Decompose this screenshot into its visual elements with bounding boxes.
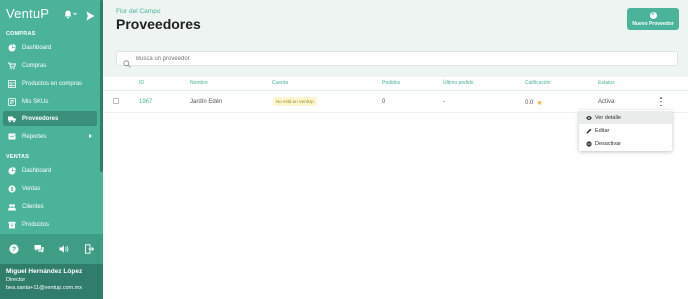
cart-icon bbox=[8, 62, 16, 70]
chevron-right-icon bbox=[89, 134, 92, 138]
sidebar-item-label: Dashboard bbox=[22, 167, 52, 174]
row-checkbox[interactable] bbox=[113, 98, 119, 104]
sidebar-item-clientes[interactable]: Clientes bbox=[3, 199, 97, 214]
menu-item-ver-detalle[interactable]: Ver detalle bbox=[579, 111, 672, 124]
new-provider-button[interactable]: + Nuevo Proveedor bbox=[627, 8, 679, 30]
truck-icon bbox=[8, 115, 16, 123]
sidebar-item-dashboard-compras[interactable]: Dashboard bbox=[3, 40, 97, 55]
users-icon bbox=[8, 203, 16, 211]
svg-text:?: ? bbox=[12, 247, 16, 254]
menu-item-label: Ver detalle bbox=[595, 114, 621, 121]
cell-estatus: Activa bbox=[598, 99, 615, 105]
user-email: bea.santa+11@ventup.com.mx bbox=[6, 285, 82, 291]
account-status-badge: No está en VentUp bbox=[273, 97, 317, 106]
search-input[interactable] bbox=[136, 55, 636, 62]
section-title-compras: COMPRAS bbox=[6, 31, 36, 37]
sidebar: VentuP COMPRAS Dashboard Compras Product… bbox=[0, 0, 103, 299]
sidebar-item-label: Compras bbox=[22, 62, 47, 69]
sidebar-item-compras[interactable]: Compras bbox=[3, 58, 97, 73]
more-options-icon[interactable] bbox=[659, 97, 663, 106]
sidebar-footer: ? Miguel Hernández López Director bea.sa… bbox=[0, 234, 103, 299]
pencil-icon bbox=[586, 128, 592, 134]
ban-icon bbox=[586, 140, 592, 147]
sidebar-item-label: Reportes bbox=[22, 133, 47, 140]
column-header-ultimo-pedido[interactable]: Último pedido bbox=[443, 80, 474, 86]
user-role: Director bbox=[6, 277, 26, 283]
svg-text:$: $ bbox=[10, 187, 13, 193]
new-provider-button-label: Nuevo Proveedor bbox=[632, 20, 674, 27]
cell-pedidos: 0 bbox=[382, 99, 386, 105]
sidebar-item-label: Proveedores bbox=[22, 115, 59, 122]
user-name: Miguel Hernández López bbox=[6, 268, 83, 275]
cell-ultimo-pedido: - bbox=[443, 99, 445, 105]
sidebar-item-productos[interactable]: Productos bbox=[3, 217, 97, 232]
menu-item-label: Editar bbox=[595, 127, 610, 134]
sidebar-item-label: Clientes bbox=[22, 203, 44, 210]
bell-icon[interactable] bbox=[64, 9, 78, 19]
menu-item-editar[interactable]: Editar bbox=[579, 124, 672, 137]
row-actions-menu: Ver detalle Editar Desactivar bbox=[579, 110, 672, 151]
dollar-icon: $ bbox=[8, 184, 16, 193]
tag-icon bbox=[8, 97, 16, 106]
plus-icon: + bbox=[649, 11, 657, 19]
page-title: Proveedores bbox=[116, 16, 201, 32]
sidebar-item-label: Productos en compras bbox=[22, 80, 83, 87]
section-title-ventas: VENTAS bbox=[6, 154, 30, 160]
sidebar-item-label: Mis SKUs bbox=[22, 98, 49, 105]
search-box[interactable] bbox=[116, 51, 678, 68]
column-header-nombre[interactable]: Nombre bbox=[190, 80, 208, 86]
menu-item-label: Desactivar bbox=[595, 140, 621, 147]
sidebar-item-label: Dashboard bbox=[22, 44, 52, 51]
send-icon[interactable] bbox=[86, 8, 95, 21]
volume-icon[interactable] bbox=[59, 244, 69, 254]
sidebar-item-ventas[interactable]: $ Ventas bbox=[3, 181, 97, 196]
sidebar-footer-icons: ? bbox=[0, 234, 103, 264]
sidebar-item-dashboard-ventas[interactable]: Dashboard bbox=[3, 163, 97, 178]
menu-item-desactivar[interactable]: Desactivar bbox=[579, 137, 672, 150]
page-header: Flor del Campo Proveedores + Nuevo Prove… bbox=[103, 0, 688, 40]
pie-chart-icon bbox=[8, 43, 16, 52]
app-logo[interactable]: VentuP bbox=[6, 6, 49, 21]
logout-icon[interactable] bbox=[84, 244, 94, 254]
eye-icon bbox=[586, 115, 592, 121]
chart-icon bbox=[8, 133, 16, 141]
cell-calificacion: 0.0 ★ bbox=[525, 99, 543, 107]
star-icon: ★ bbox=[536, 100, 543, 107]
sidebar-item-label: Productos bbox=[22, 221, 50, 228]
column-header-pedidos[interactable]: Pedidos bbox=[382, 80, 400, 86]
user-profile[interactable]: Miguel Hernández López Director bea.sant… bbox=[0, 264, 103, 299]
help-icon[interactable]: ? bbox=[9, 244, 19, 254]
sidebar-item-proveedores[interactable]: Proveedores bbox=[3, 111, 97, 126]
sidebar-item-label: Ventas bbox=[22, 185, 41, 192]
sidebar-item-mis-skus[interactable]: Mis SKUs bbox=[3, 94, 97, 109]
rating-value: 0.0 bbox=[525, 100, 534, 106]
cell-nombre: Jardín Edén bbox=[190, 99, 223, 105]
column-header-calificacion[interactable]: Calificación bbox=[525, 80, 551, 86]
column-header-cuenta[interactable]: Cuenta bbox=[272, 80, 288, 86]
table-header: ID Nombre Cuenta Pedidos Último pedido C… bbox=[103, 77, 688, 91]
pie-chart-icon bbox=[8, 166, 16, 175]
column-header-id[interactable]: ID bbox=[139, 80, 144, 86]
breadcrumb[interactable]: Flor del Campo bbox=[116, 8, 160, 15]
chat-icon[interactable] bbox=[34, 244, 44, 254]
box-icon bbox=[8, 221, 16, 229]
search-area bbox=[103, 40, 688, 77]
grid-icon bbox=[8, 79, 16, 88]
column-header-estatus[interactable]: Estatus bbox=[598, 80, 615, 86]
cell-id[interactable]: 1967 bbox=[139, 99, 152, 105]
sidebar-item-productos-en-compras[interactable]: Productos en compras bbox=[3, 76, 97, 91]
search-icon bbox=[123, 55, 131, 68]
sidebar-item-reportes[interactable]: Reportes bbox=[3, 129, 97, 144]
